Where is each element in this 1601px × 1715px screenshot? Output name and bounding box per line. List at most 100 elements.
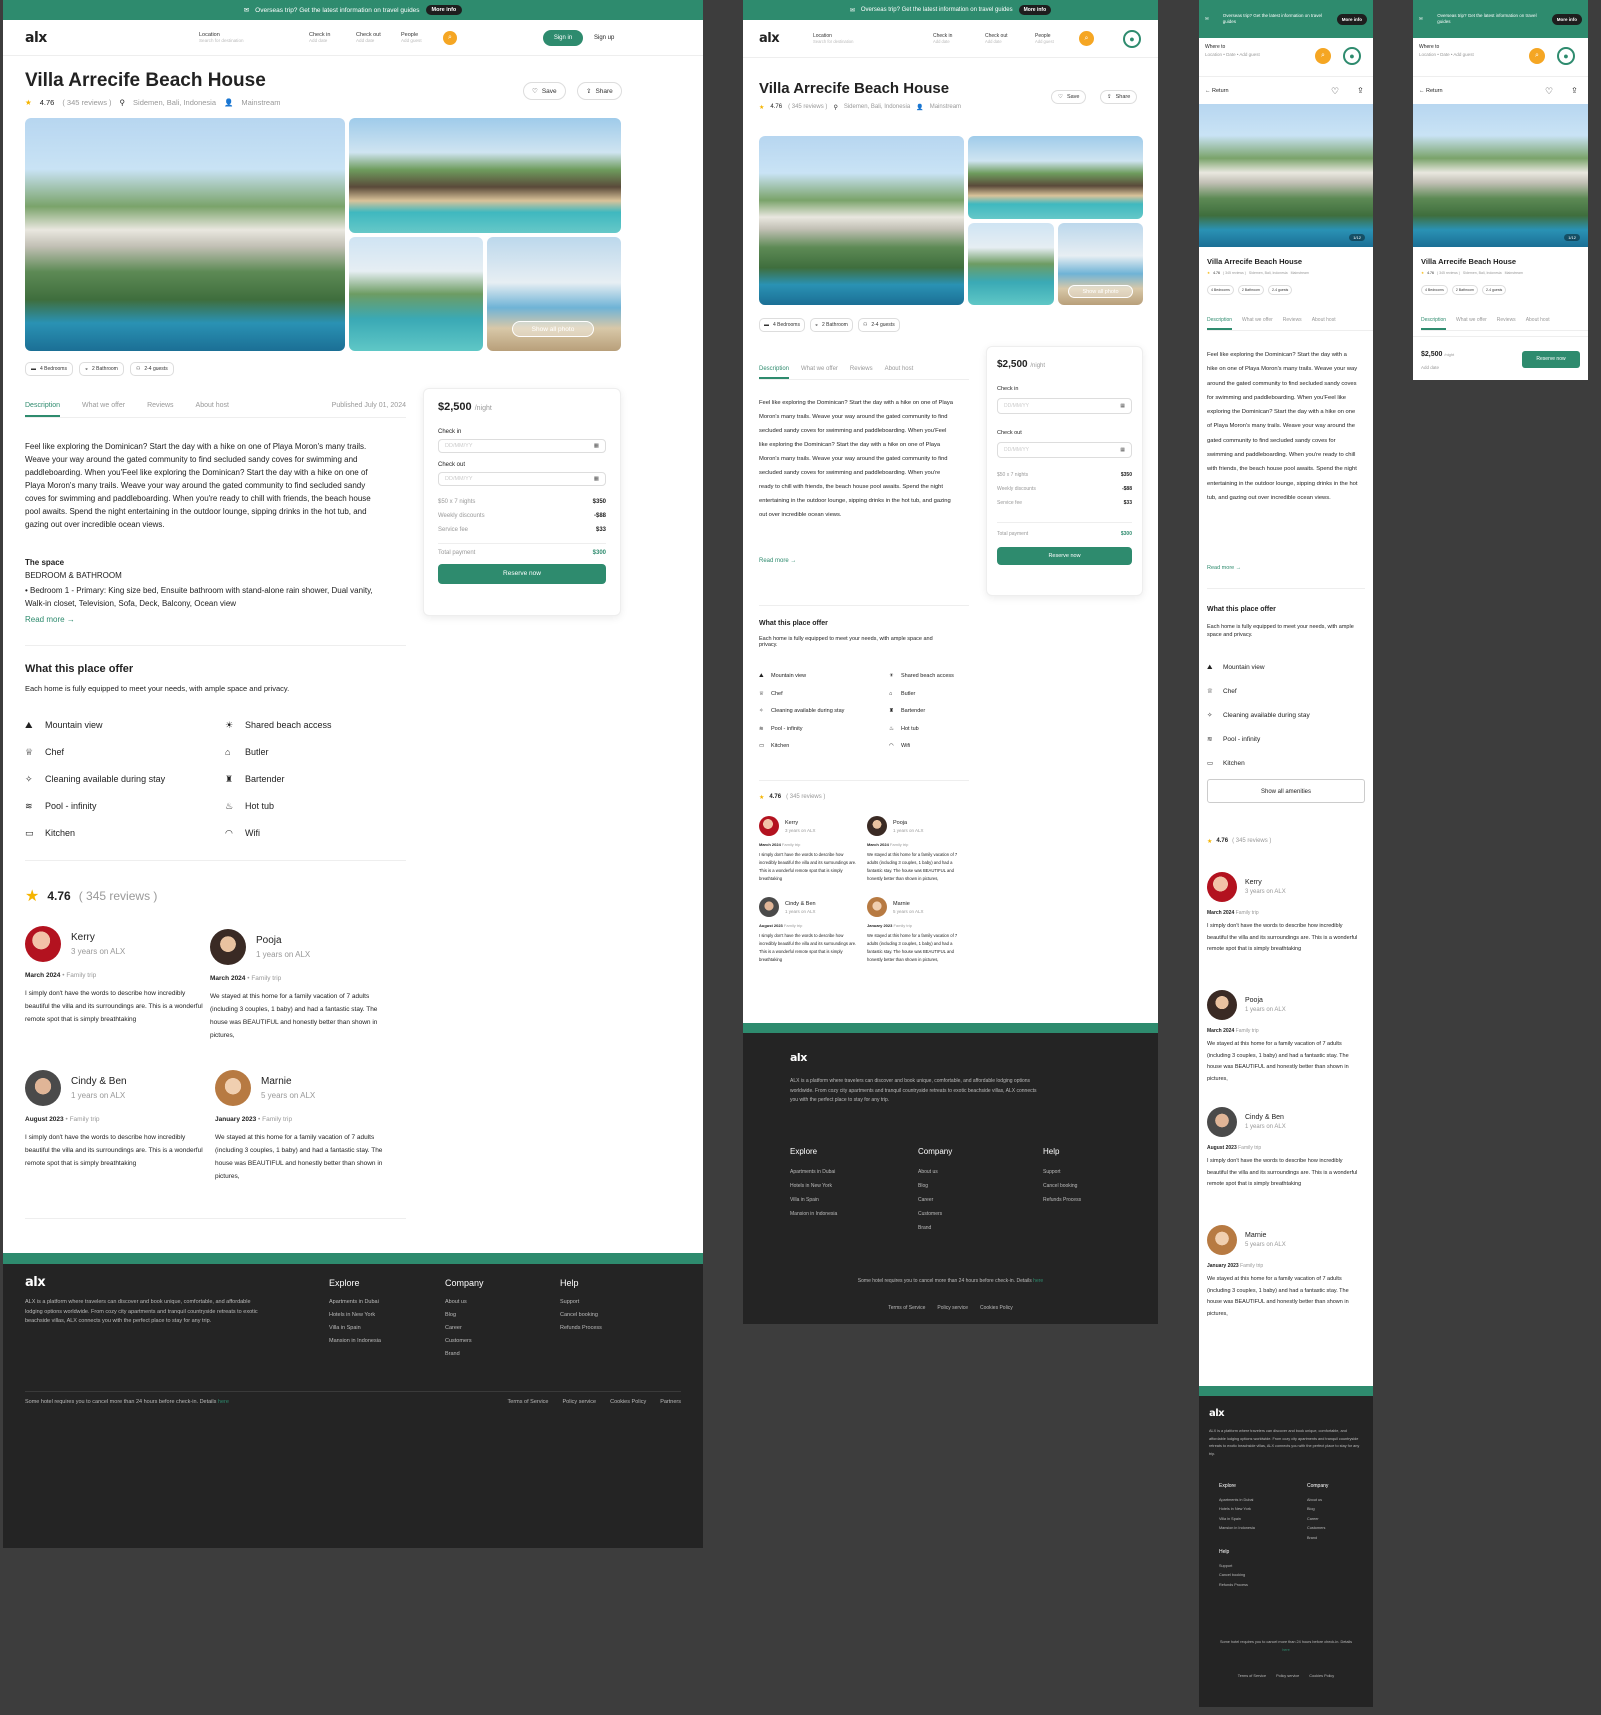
more-info-button[interactable]: More info — [1551, 13, 1582, 25]
tab-description[interactable]: Description — [759, 366, 790, 379]
search-icon[interactable]: ⌕ — [1529, 48, 1545, 64]
more-info-button[interactable]: More info — [425, 5, 463, 15]
kitchen-icon: ▭ — [759, 743, 765, 749]
return-button[interactable]: ← Return — [1205, 88, 1229, 94]
footer: alx ALX is a platform where travelers ca… — [3, 1253, 703, 1548]
share-icon[interactable]: ⇪ — [1571, 86, 1578, 95]
heart-icon: ♡ — [1058, 94, 1063, 100]
divider — [25, 645, 406, 646]
tab-about-host[interactable]: About host — [1526, 317, 1550, 330]
photo-4[interactable]: Show all photo — [487, 237, 621, 351]
total-line: Total payment $300 — [997, 522, 1132, 537]
location-field[interactable]: Location Search for destination — [813, 33, 853, 44]
tab-about-host[interactable]: About host — [196, 402, 229, 417]
tab-reviews[interactable]: Reviews — [850, 366, 873, 379]
photo-3[interactable] — [968, 223, 1054, 305]
checkout-field[interactable]: Check out Add date — [985, 33, 1008, 44]
reserve-button[interactable]: Reserve now — [1522, 351, 1580, 368]
butler-icon: ⌂ — [225, 747, 231, 757]
search-icon[interactable]: ⌕ — [1079, 31, 1094, 46]
main-photo[interactable]: 1/12 — [1413, 104, 1588, 247]
checkout-input[interactable]: DD/MM/YY ▦ — [997, 442, 1132, 458]
heart-icon[interactable]: ♡ — [1545, 86, 1553, 97]
photo-3[interactable] — [349, 237, 483, 351]
signup-button[interactable]: Sign up — [594, 35, 614, 41]
pool-icon: ≋ — [759, 725, 764, 732]
main-photo[interactable] — [759, 136, 964, 305]
checkin-input[interactable]: DD/MM/YY ▦ — [997, 398, 1132, 414]
photo-4[interactable]: Show all photo — [1058, 223, 1143, 305]
add-date-link[interactable]: Add date — [1421, 365, 1439, 370]
return-button[interactable]: ← Return — [1419, 88, 1443, 94]
more-info-button[interactable]: More info — [1336, 13, 1367, 25]
read-more-link[interactable]: Read more → — [1207, 565, 1241, 571]
tab-description[interactable]: Description — [1207, 317, 1233, 330]
footer-about: ALX is a platform where travelers can di… — [1209, 1429, 1360, 1456]
tab-reviews[interactable]: Reviews — [1497, 317, 1516, 330]
checkin-field[interactable]: Check in Add date — [309, 32, 330, 43]
photo-2[interactable] — [349, 118, 621, 233]
top-banner: ✉ Overseas trip? Get the latest informat… — [1199, 0, 1373, 38]
location-field[interactable]: Location Search for destination — [199, 32, 244, 43]
more-info-button[interactable]: More info — [1018, 5, 1052, 15]
checkout-input[interactable]: DD/MM/YY ▦ — [438, 472, 606, 486]
bed-icon: ▬ — [31, 366, 36, 372]
booking-card: $2,500 /night Check in DD/MM/YY ▦ Check o… — [423, 388, 621, 616]
divider — [25, 1218, 406, 1219]
signin-button[interactable]: Sign in — [543, 29, 583, 46]
reserve-button[interactable]: Reserve now — [438, 564, 606, 584]
heart-icon[interactable]: ♡ — [1331, 86, 1339, 97]
cocktail-icon: ♜ — [225, 774, 234, 784]
review-card: Marnie 5 years on ALX January 2023 Family… — [1207, 1225, 1363, 1320]
checkout-field[interactable]: Check out Add date — [356, 32, 381, 43]
photo-2[interactable] — [968, 136, 1143, 219]
tab-about-host[interactable]: About host — [885, 366, 914, 379]
tab-what-we-offer[interactable]: What we offer — [82, 402, 125, 417]
mountain-icon: ⛰ — [1207, 664, 1213, 671]
share-button[interactable]: ⇪ Share — [1100, 90, 1138, 104]
tab-description[interactable]: Description — [25, 402, 61, 417]
footer-help: Help Support Cancel booking Refunds Proces… — [1043, 1147, 1082, 1203]
tab-reviews[interactable]: Reviews — [1283, 317, 1302, 330]
tab-about-host[interactable]: About host — [1312, 317, 1336, 330]
checkin-input[interactable]: DD/MM/YY ▦ — [438, 439, 606, 453]
show-all-photo-button[interactable]: Show all photo — [512, 321, 594, 337]
search-bar[interactable]: Where to Location • Date • Add guest — [1205, 44, 1325, 57]
checkin-field[interactable]: Check in Add date — [933, 33, 952, 44]
main-photo[interactable]: 1/12 — [1199, 104, 1373, 247]
tab-what-we-offer[interactable]: What we offer — [1456, 317, 1487, 330]
page-title: Villa Arrecife Beach House — [25, 70, 266, 91]
logo[interactable]: alx — [759, 31, 780, 46]
logo[interactable]: alx — [25, 30, 47, 46]
search-icon[interactable]: ⌕ — [443, 30, 457, 45]
reserve-button[interactable]: Reserve now — [997, 547, 1132, 565]
search-icon[interactable]: ⌕ — [1315, 48, 1331, 64]
people-field[interactable]: People Add guest — [1035, 33, 1054, 44]
tab-what-we-offer[interactable]: What we offer — [801, 366, 838, 379]
save-button[interactable]: ♡ Save — [1051, 90, 1087, 104]
read-more-link[interactable]: Read more → — [25, 615, 75, 624]
show-all-photo-button[interactable]: Show all photo — [1068, 285, 1133, 298]
mobile-frame: ✉ Overseas trip? Get the latest informat… — [1199, 0, 1373, 1707]
save-button[interactable]: ♡ Save — [523, 82, 566, 100]
share-button[interactable]: ⇪ Share — [577, 82, 622, 100]
search-bar[interactable]: Where to Location • Date • Add guest — [1419, 44, 1539, 57]
profile-icon[interactable]: ● — [1343, 47, 1361, 65]
footer-about: ALX is a platform where travelers can di… — [790, 1078, 1037, 1103]
footer-explore: Explore Apartments in Dubai Hotels in New… — [790, 1147, 838, 1217]
footer-notice: Some hotel requires you to cancel more t… — [25, 1399, 229, 1405]
show-all-amenities-button[interactable]: Show all amenities — [1207, 779, 1365, 803]
tab-reviews[interactable]: Reviews — [147, 402, 173, 417]
tab-description[interactable]: Description — [1421, 317, 1447, 330]
avatar — [759, 897, 779, 917]
detail-tabs: Description What we offer Reviews About … — [25, 402, 406, 418]
read-more-link[interactable]: Read more → — [759, 558, 796, 564]
share-icon[interactable]: ⇪ — [1357, 86, 1364, 95]
profile-icon[interactable]: ● — [1123, 29, 1141, 48]
amenities-left: ⛰ Mountain view ♕ Chef ✧ Cleaning available… — [25, 712, 165, 847]
main-photo[interactable] — [25, 118, 345, 351]
tab-what-we-offer[interactable]: What we offer — [1242, 317, 1273, 330]
reviews-summary: ★ 4.76 ( 345 reviews ) — [25, 888, 158, 905]
people-field[interactable]: People Add guest — [401, 32, 422, 43]
profile-icon[interactable]: ● — [1557, 47, 1575, 65]
